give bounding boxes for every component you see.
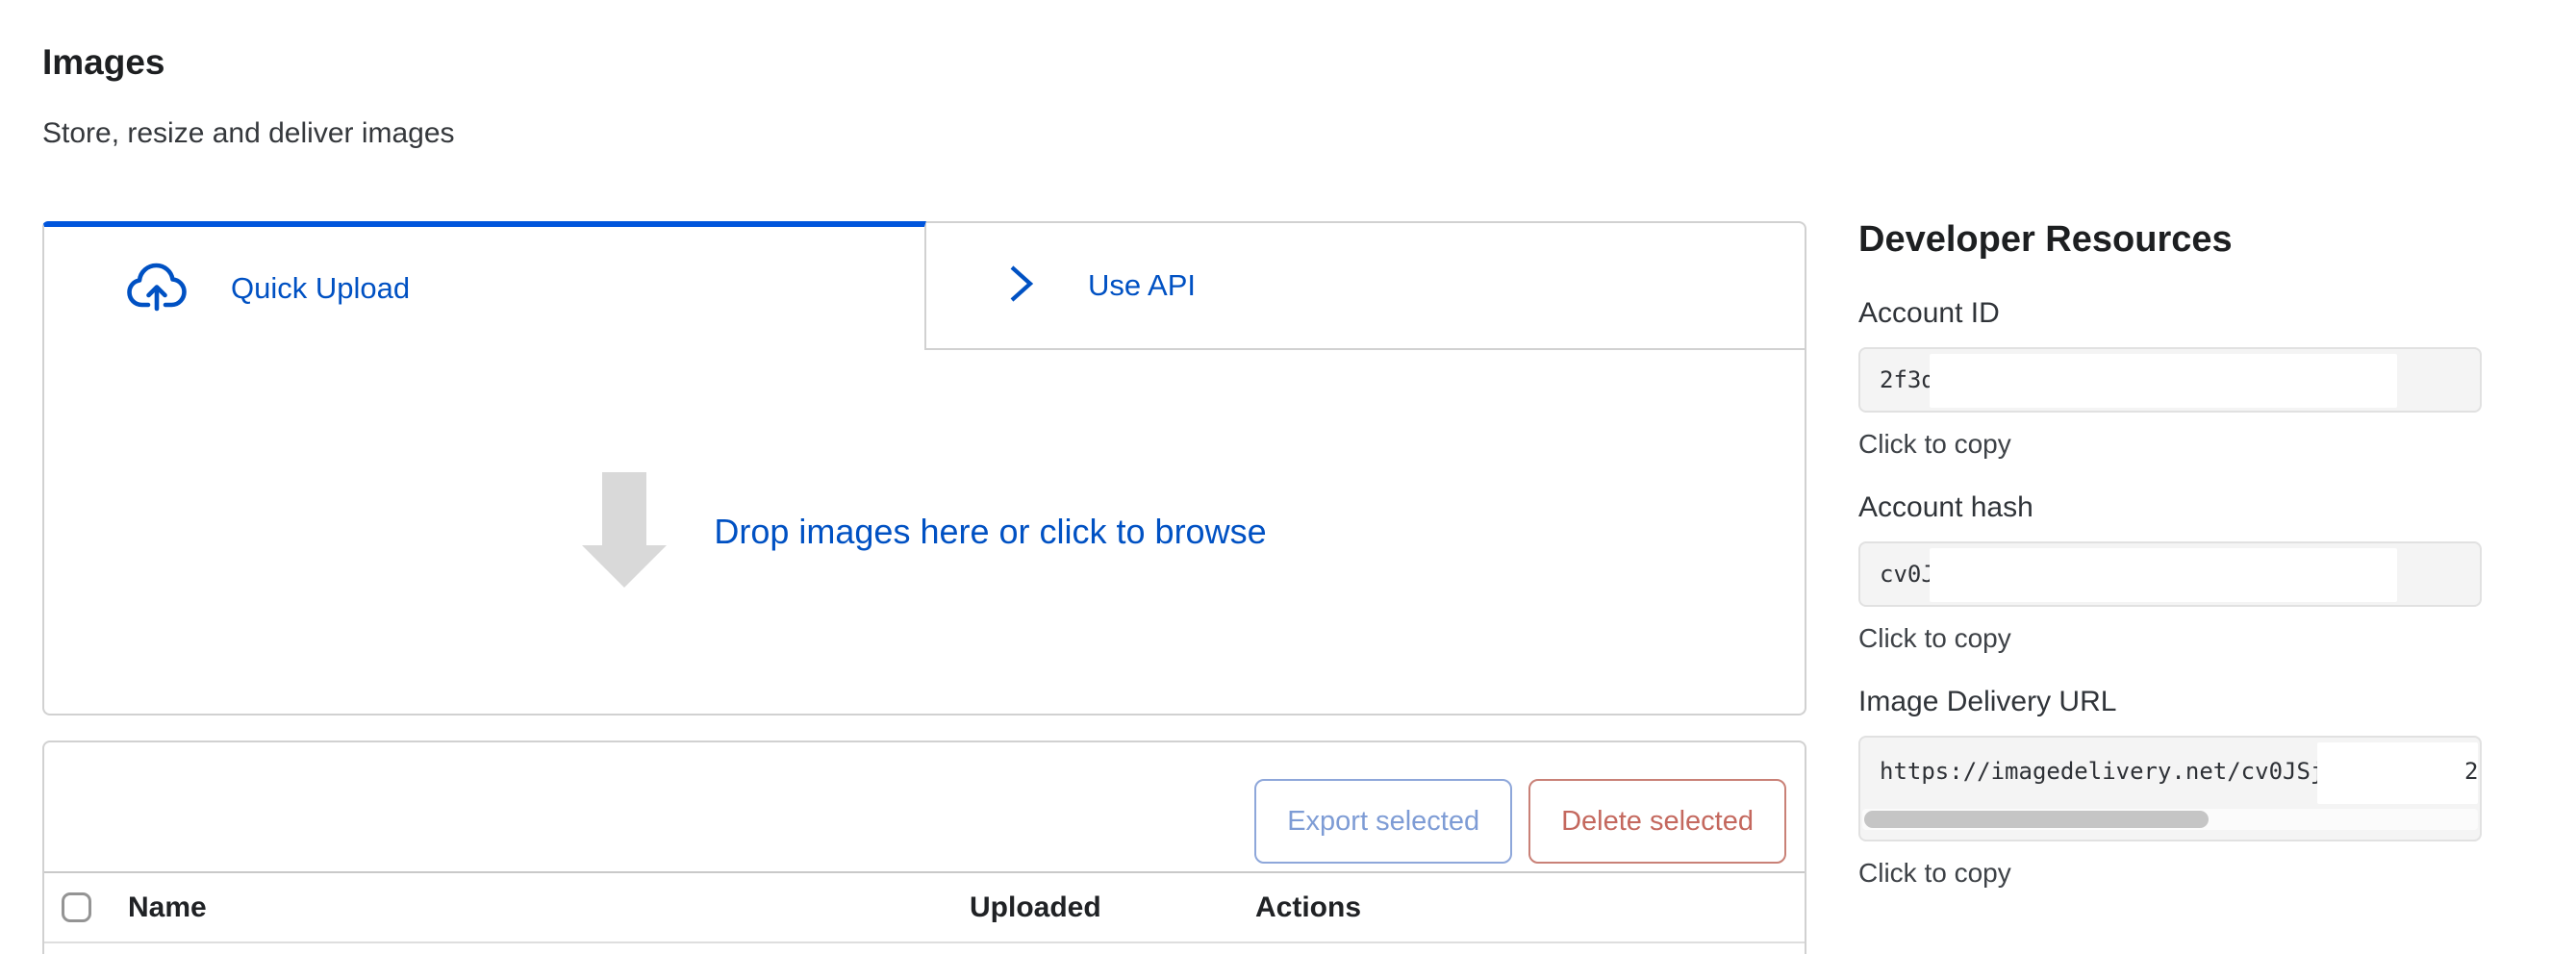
- column-header-name: Name: [128, 873, 207, 941]
- column-header-actions: Actions: [1255, 873, 1361, 941]
- dropzone[interactable]: Drop images here or click to browse: [44, 350, 1805, 714]
- account-hash-hint: Click to copy: [1858, 624, 2482, 653]
- image-delivery-url-field[interactable]: https://imagedelivery.net/cv0JSj 2: [1858, 736, 2482, 841]
- images-page: Images Store, resize and deliver images …: [0, 0, 2576, 954]
- chevron-right-icon: [999, 259, 1042, 314]
- page-subtitle: Store, resize and deliver images: [42, 117, 455, 150]
- dropzone-label: Drop images here or click to browse: [714, 512, 1266, 552]
- image-delivery-url-value: https://imagedelivery.net/cv0JSj: [1860, 738, 2324, 785]
- redaction-overlay: [2317, 742, 2478, 804]
- account-id-block: Account ID 2f3d Click to copy: [1858, 295, 2482, 459]
- image-delivery-url-hint: Click to copy: [1858, 859, 2482, 888]
- tab-quick-upload-label: Quick Upload: [231, 271, 410, 306]
- cloud-upload-icon: [125, 255, 189, 323]
- account-id-field[interactable]: 2f3d: [1858, 347, 2482, 413]
- redaction-overlay: [1930, 354, 2397, 408]
- upload-tabs: Quick Upload Use API: [42, 221, 1806, 350]
- account-hash-value: cv0J: [1860, 561, 1935, 588]
- account-hash-block: Account hash cv0J Click to copy: [1858, 490, 2482, 653]
- horizontal-scrollbar-thumb[interactable]: [1864, 811, 2209, 828]
- export-selected-button[interactable]: Export selected: [1254, 779, 1512, 864]
- account-hash-field[interactable]: cv0J: [1858, 541, 2482, 607]
- redacted-value-fragment: 2: [2464, 758, 2478, 785]
- account-id-value: 2f3d: [1860, 366, 1935, 393]
- account-id-label: Account ID: [1858, 295, 2482, 332]
- drop-arrow-icon: [582, 472, 667, 592]
- image-delivery-url-label: Image Delivery URL: [1858, 684, 2482, 720]
- account-id-hint: Click to copy: [1858, 430, 2482, 459]
- column-header-uploaded: Uploaded: [970, 873, 1101, 941]
- tab-quick-upload[interactable]: Quick Upload: [42, 221, 926, 350]
- select-all-checkbox[interactable]: [62, 892, 91, 922]
- upload-panel: Drop images here or click to browse: [42, 350, 1806, 716]
- redaction-overlay: [1930, 548, 2397, 602]
- sidebar-title: Developer Resources: [1858, 219, 2233, 261]
- account-hash-label: Account hash: [1858, 490, 2482, 526]
- image-delivery-url-block: Image Delivery URL https://imagedelivery…: [1858, 684, 2482, 888]
- list-toolbar: Export selected Delete selected: [1254, 779, 1786, 864]
- table-header-row: Name Uploaded Actions: [44, 871, 1805, 943]
- tab-use-api[interactable]: Use API: [926, 221, 1806, 350]
- image-list-panel: Export selected Delete selected Name Upl…: [42, 741, 1806, 954]
- page-title: Images: [42, 42, 165, 83]
- tab-use-api-label: Use API: [1088, 268, 1196, 303]
- delete-selected-button[interactable]: Delete selected: [1528, 779, 1786, 864]
